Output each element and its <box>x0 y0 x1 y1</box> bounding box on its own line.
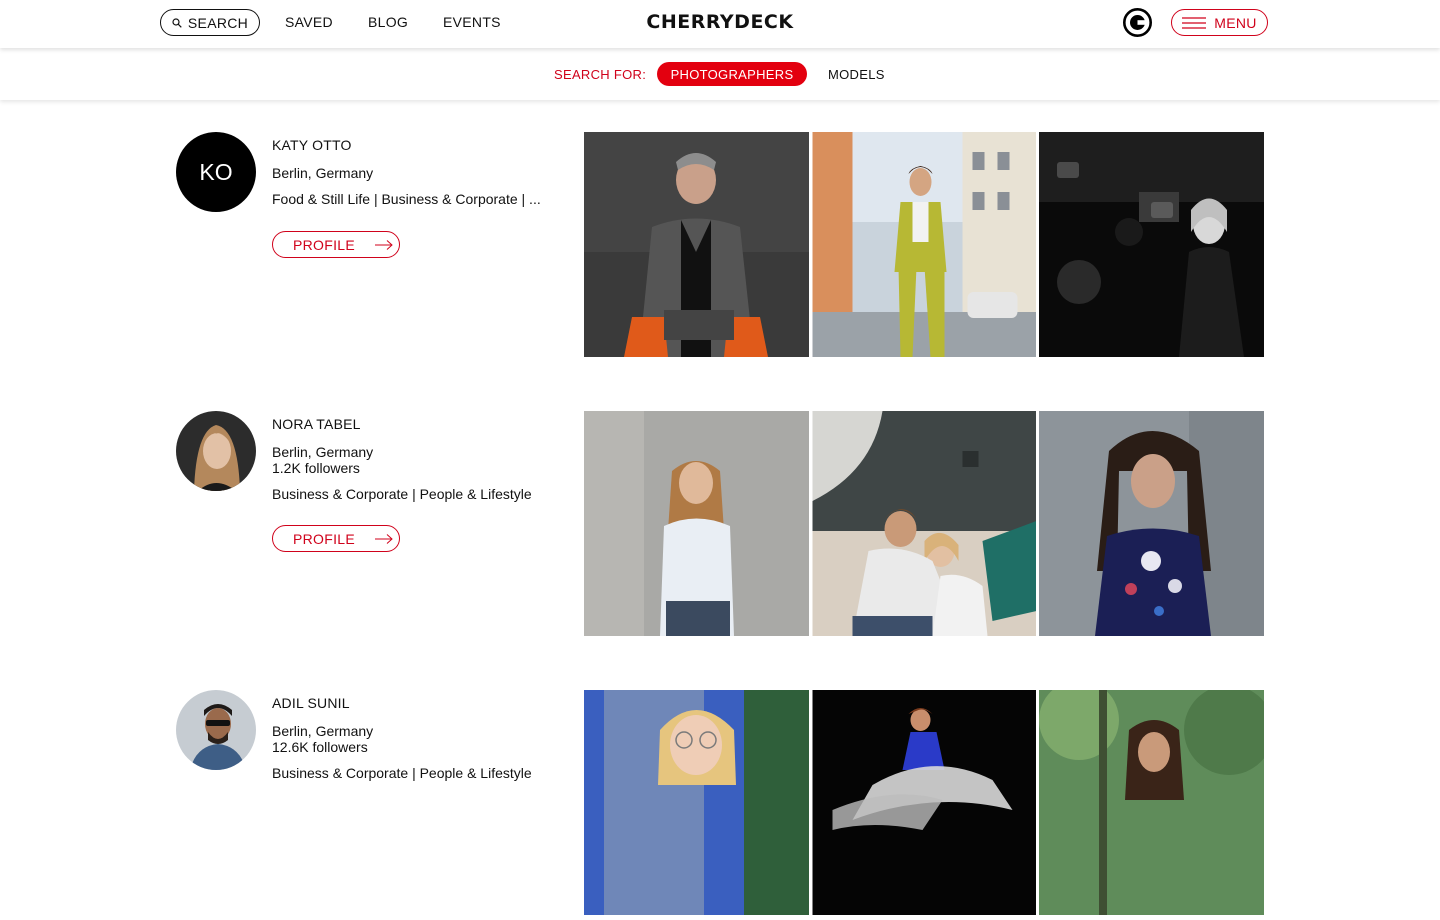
filter-label: SEARCH FOR: <box>554 67 647 82</box>
filter-photographers-tab[interactable]: PHOTOGRAPHERS <box>657 62 807 86</box>
dancer-image <box>812 690 1036 915</box>
menu-label: MENU <box>1214 14 1257 31</box>
portfolio-photo[interactable] <box>1039 132 1264 357</box>
avatar[interactable]: KO <box>176 132 256 212</box>
avatar-photo <box>176 690 256 770</box>
filter-models-tab[interactable]: MODELS <box>828 67 885 82</box>
site-logo[interactable]: CHERRYDECK <box>619 11 821 33</box>
portfolio-photo[interactable] <box>1039 411 1264 636</box>
photographer-card: KO KATY OTTO Berlin, Germany Food & Stil… <box>0 132 1440 362</box>
search-filter-bar: SEARCH FOR: PHOTOGRAPHERS MODELS <box>0 48 1440 100</box>
profile-label: PROFILE <box>293 236 356 253</box>
portfolio-photo[interactable] <box>584 132 809 357</box>
nav-saved[interactable]: SAVED <box>285 14 333 30</box>
photographer-location: Berlin, Germany <box>272 444 374 460</box>
photographer-categories: Business & Corporate | People & Lifestyl… <box>272 765 532 781</box>
nav-blog[interactable]: BLOG <box>368 14 408 30</box>
arrow-right-icon <box>375 533 393 544</box>
photographer-name[interactable]: NORA TABEL <box>272 416 361 432</box>
profile-button[interactable]: PROFILE <box>272 231 400 258</box>
avatar[interactable] <box>176 690 256 770</box>
brand-mark-icon[interactable] <box>1123 8 1152 37</box>
portfolio-photo[interactable] <box>1039 690 1264 915</box>
photographer-location: Berlin, Germany <box>272 723 374 739</box>
portfolio-photo[interactable] <box>812 690 1036 915</box>
photographer-followers: 1.2K followers <box>272 460 360 476</box>
floral-blouse-portrait-image <box>1039 411 1264 636</box>
event-portrait-image <box>1039 132 1264 357</box>
search-button[interactable]: SEARCH <box>160 9 260 36</box>
photographer-card: ADIL SUNIL Berlin, Germany 12.6K followe… <box>0 690 1440 920</box>
portfolio-photo[interactable] <box>584 411 809 636</box>
portfolio-photo[interactable] <box>584 690 809 915</box>
photographer-categories: Business & Corporate | People & Lifestyl… <box>272 486 532 502</box>
blonde-portrait-image <box>584 690 809 915</box>
search-label: SEARCH <box>187 14 249 31</box>
couple-lifestyle-image <box>812 411 1036 636</box>
photographer-name[interactable]: KATY OTTO <box>272 137 352 153</box>
avatar-photo <box>176 411 256 491</box>
photographer-categories: Food & Still Life | Business & Corporate… <box>272 191 541 207</box>
search-icon <box>172 17 182 28</box>
forest-portrait-image <box>1039 690 1264 915</box>
portfolio-photo[interactable] <box>812 411 1036 636</box>
menu-button[interactable]: MENU <box>1171 9 1268 36</box>
portfolio-photo[interactable] <box>812 132 1036 357</box>
photographer-card: NORA TABEL Berlin, Germany 1.2K follower… <box>0 411 1440 641</box>
photographer-name[interactable]: ADIL SUNIL <box>272 695 350 711</box>
avatar[interactable] <box>176 411 256 491</box>
hamburger-icon <box>1182 16 1207 29</box>
profile-button[interactable]: PROFILE <box>272 525 400 552</box>
street-fashion-image <box>812 132 1036 357</box>
photographer-followers: 12.6K followers <box>272 739 368 755</box>
profile-label: PROFILE <box>293 530 356 547</box>
photographer-location: Berlin, Germany <box>272 165 374 181</box>
top-navigation: SEARCH SAVED BLOG EVENTS CHERRYDECK MENU <box>0 0 1440 48</box>
arrow-right-icon <box>375 239 393 250</box>
businessman-portrait-image <box>584 132 809 357</box>
nav-events[interactable]: EVENTS <box>443 14 501 30</box>
woman-portrait-image <box>584 411 809 636</box>
